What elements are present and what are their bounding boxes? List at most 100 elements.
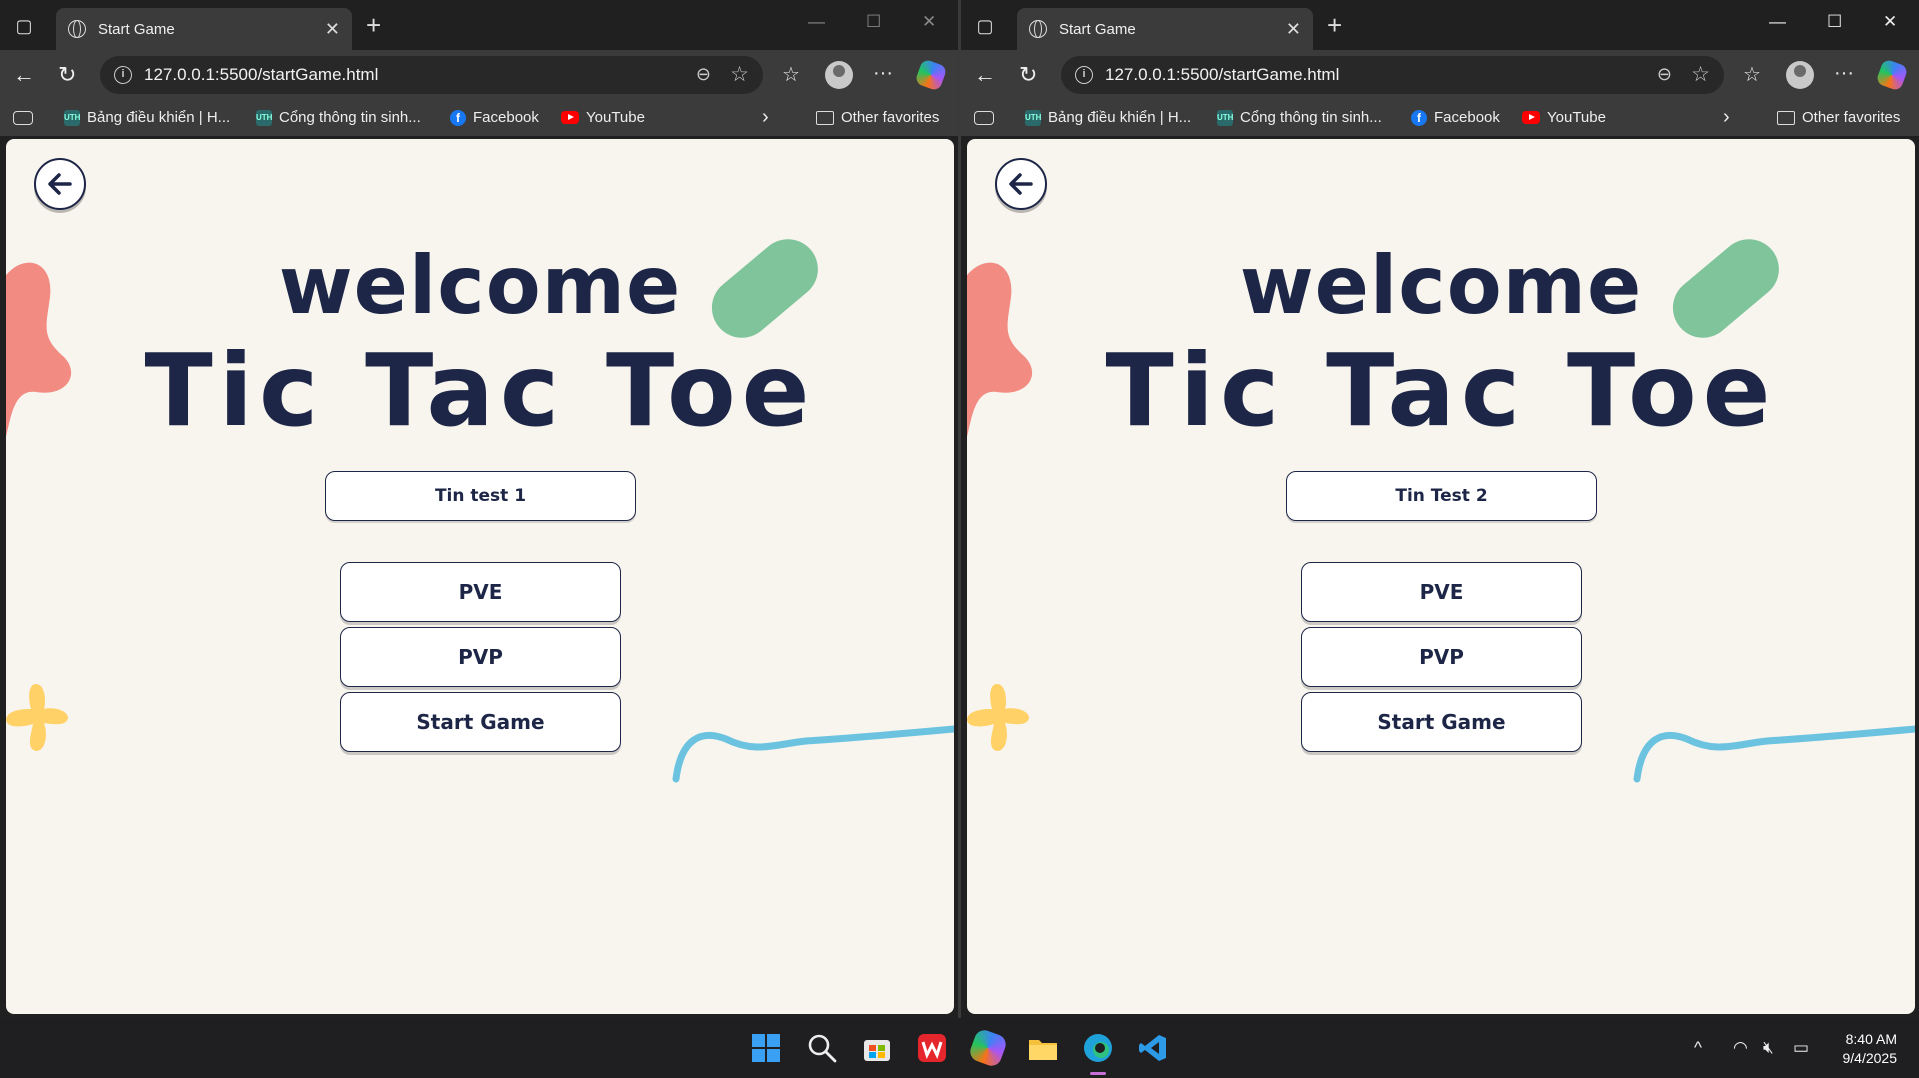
pvp-button[interactable]: PVP (1301, 627, 1582, 687)
favorite-star-icon[interactable]: ☆ (730, 62, 749, 87)
vscode-icon[interactable] (1137, 1032, 1169, 1064)
wifi-icon[interactable]: ◠ (1733, 1038, 1748, 1058)
file-explorer-icon[interactable] (1027, 1032, 1059, 1064)
favorite-star-icon[interactable]: ☆ (1691, 62, 1710, 87)
more-menu-icon[interactable]: ··· (1834, 62, 1854, 85)
close-window-icon[interactable]: ✕ (1883, 12, 1897, 32)
profile-avatar[interactable] (825, 61, 853, 89)
other-favorites[interactable]: Other favorites (1777, 109, 1900, 126)
arrow-left-icon (1009, 173, 1033, 195)
tab-start-game[interactable]: Start Game ✕ (56, 8, 352, 50)
url-text: 127.0.0.1:5500/startGame.html (1105, 65, 1340, 84)
pve-button[interactable]: PVE (340, 562, 621, 622)
taskbar: ^ ◠ 🔇︎ ▭ 8:40 AM 9/4/2025 (0, 1018, 1919, 1078)
back-arrow-icon[interactable]: ← (13, 62, 35, 88)
reading-list-icon[interactable] (974, 111, 994, 125)
refresh-icon[interactable]: ↻ (1019, 62, 1037, 88)
bookmark-label: Facebook (473, 109, 539, 126)
reading-list-icon[interactable] (13, 111, 33, 125)
chevron-right-icon[interactable]: › (1723, 106, 1730, 129)
favorites-icon[interactable]: ☆ (782, 62, 800, 87)
other-favorites-label: Other favorites (841, 109, 940, 126)
copilot-icon[interactable] (967, 1027, 1009, 1069)
more-menu-icon[interactable]: ··· (873, 62, 893, 85)
close-window-icon[interactable]: ✕ (922, 12, 936, 32)
other-favorites[interactable]: Other favorites (816, 109, 939, 126)
bookmark-item[interactable]: UTH Bảng điều khiển | H... (1025, 109, 1191, 126)
windows-start-icon[interactable] (750, 1032, 782, 1064)
system-clock[interactable]: 8:40 AM 9/4/2025 (1843, 1030, 1898, 1068)
bookmark-label: YouTube (586, 109, 645, 126)
tab-strip: ▢ Start Game ✕ + — ☐ ✕ (0, 0, 958, 50)
player-name-input[interactable] (325, 471, 636, 521)
url-text: 127.0.0.1:5500/startGame.html (144, 65, 379, 84)
player-name-input[interactable] (1286, 471, 1597, 521)
start-game-button[interactable]: Start Game (1301, 692, 1582, 752)
bookmark-item[interactable]: YouTube (561, 109, 645, 126)
favorites-icon[interactable]: ☆ (1743, 62, 1761, 87)
new-tab-icon[interactable]: + (1327, 12, 1342, 38)
zoom-icon[interactable]: ⊖ (1657, 64, 1672, 85)
battery-icon[interactable]: ▭ (1793, 1038, 1809, 1058)
folder-icon (1777, 110, 1795, 125)
search-icon[interactable] (806, 1032, 838, 1064)
game-title: Tic Tac Toe (144, 332, 816, 449)
address-bar[interactable]: i 127.0.0.1:5500/startGame.html ⊖ ☆ (100, 56, 763, 94)
store-icon[interactable] (861, 1032, 893, 1064)
wps-office-icon[interactable] (916, 1032, 948, 1064)
bookmark-item[interactable]: UTH Bảng điều khiển | H... (64, 109, 230, 126)
tab-title: Start Game (98, 20, 175, 38)
uth-icon: UTH (256, 109, 272, 126)
active-app-indicator (1090, 1072, 1106, 1075)
blue-squiggle-decoration (1633, 725, 1915, 783)
welcome-heading: welcome (1239, 239, 1643, 332)
globe-icon (1029, 20, 1047, 38)
desktop: ▢ Start Game ✕ + — ☐ ✕ ← ↻ i 127.0.0.1:5… (0, 0, 1919, 1078)
tab-actions-icon[interactable]: ▢ (973, 14, 997, 38)
tab-start-game[interactable]: Start Game ✕ (1017, 8, 1313, 50)
bookmark-label: Cổng thông tin sinh... (279, 109, 421, 126)
bookmark-item[interactable]: YouTube (1522, 109, 1606, 126)
site-info-icon[interactable]: i (1075, 66, 1093, 84)
game-page: welcome Tic Tac Toe PVE PVP Start Game (967, 139, 1915, 1014)
address-bar[interactable]: i 127.0.0.1:5500/startGame.html ⊖ ☆ (1061, 56, 1724, 94)
back-button[interactable] (995, 158, 1047, 210)
profile-avatar[interactable] (1786, 61, 1814, 89)
minimize-icon[interactable]: — (1769, 12, 1786, 32)
bookmark-item[interactable]: UTH Cổng thông tin sinh... (1217, 109, 1382, 126)
tab-strip: ▢ Start Game ✕ + — ☐ ✕ (961, 0, 1919, 50)
bookmark-item[interactable]: f Facebook (1411, 109, 1500, 126)
start-game-button[interactable]: Start Game (340, 692, 621, 752)
browser-window-left: ▢ Start Game ✕ + — ☐ ✕ ← ↻ i 127.0.0.1:5… (0, 0, 958, 1018)
bookmark-item[interactable]: UTH Cổng thông tin sinh... (256, 109, 421, 126)
tab-actions-icon[interactable]: ▢ (12, 14, 36, 38)
bookmark-item[interactable]: f Facebook (450, 109, 539, 126)
bookmark-label: Bảng điều khiển | H... (87, 109, 231, 126)
address-toolbar: ← ↻ i 127.0.0.1:5500/startGame.html ⊖ ☆ … (961, 50, 1919, 100)
close-tab-icon[interactable]: ✕ (325, 19, 340, 40)
close-tab-icon[interactable]: ✕ (1286, 19, 1301, 40)
bookmark-label: Facebook (1434, 109, 1500, 126)
game-title: Tic Tac Toe (1105, 332, 1777, 449)
bookmark-label: YouTube (1547, 109, 1606, 126)
facebook-icon: f (1411, 109, 1427, 126)
site-info-icon[interactable]: i (114, 66, 132, 84)
pve-button[interactable]: PVE (1301, 562, 1582, 622)
new-tab-icon[interactable]: + (366, 12, 381, 38)
maximize-icon[interactable]: ☐ (866, 12, 881, 32)
speaker-muted-icon[interactable]: 🔇︎ (1763, 1038, 1774, 1058)
maximize-icon[interactable]: ☐ (1827, 12, 1842, 32)
refresh-icon[interactable]: ↻ (58, 62, 76, 88)
minimize-icon[interactable]: — (808, 12, 825, 32)
youtube-icon (561, 111, 579, 124)
zoom-icon[interactable]: ⊖ (696, 64, 711, 85)
back-button[interactable] (34, 158, 86, 210)
copilot-icon[interactable] (1875, 58, 1909, 92)
chevron-right-icon[interactable]: › (762, 106, 769, 129)
chevron-up-icon[interactable]: ^ (1694, 1038, 1702, 1058)
pvp-button[interactable]: PVP (340, 627, 621, 687)
uth-icon: UTH (64, 109, 80, 126)
back-arrow-icon[interactable]: ← (974, 62, 996, 88)
copilot-icon[interactable] (914, 58, 948, 92)
edge-icon[interactable] (1082, 1032, 1114, 1064)
